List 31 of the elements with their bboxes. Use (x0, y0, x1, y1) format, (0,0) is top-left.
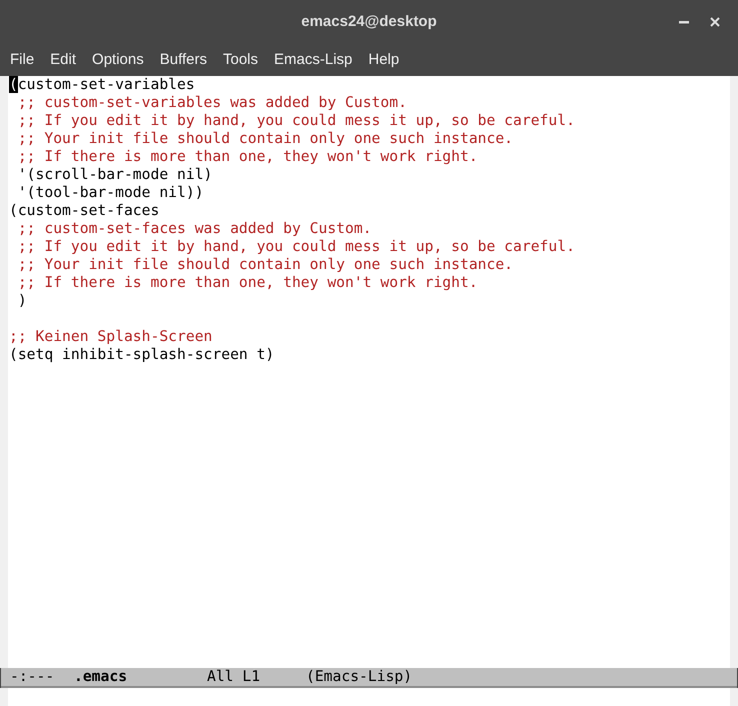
menu-item[interactable]: Tools (214, 50, 266, 70)
close-icon (710, 17, 720, 27)
code-comment: ;; If there is more than one, they won't work right. (16, 148, 478, 165)
text-buffer[interactable] (8, 76, 730, 668)
code-line: (custom-set-faces (9, 202, 160, 219)
code-line: '(scroll-bar-mode nil) (16, 166, 212, 183)
buffer-name: .emacs (74, 668, 128, 685)
menu-item[interactable]: Edit (42, 50, 84, 70)
code-comment: ;; Your init file should contain only one such instance. (16, 130, 514, 147)
buffer-position: All L1 (207, 668, 260, 685)
code-line: '(tool-bar-mode nil)) (16, 184, 204, 201)
code-comment: ;; Your init file should contain only one such instance. (16, 256, 514, 273)
menu-item[interactable]: File (2, 50, 42, 70)
code-comment: ;; If you edit it by hand, you could mess it up, so be careful. (16, 238, 575, 255)
code-comment: ;; custom-set-faces was added by Custom. (16, 220, 372, 237)
menu-item[interactable]: Help (360, 50, 408, 70)
major-mode: (Emacs-Lisp) (306, 668, 412, 685)
file-status: -:--- (10, 668, 54, 685)
window-title: emacs24@desktop (301, 12, 437, 32)
code-line: (setq inhibit-splash-screen t) (9, 346, 274, 363)
code-comment: ;; custom-set-variables was added by Custom. (16, 94, 407, 111)
code-line: (custom-set-variables (9, 76, 195, 93)
menu-item[interactable]: Options (84, 50, 152, 70)
code-comment: ;; If you edit it by hand, you could mess it up, so be careful. (16, 112, 575, 129)
menu-item[interactable]: Buffers (152, 50, 215, 70)
minimize-icon (679, 20, 689, 24)
code-comment: ;; Keinen Splash-Screen (9, 328, 212, 345)
code-line: ) (16, 292, 27, 309)
menu-item[interactable]: Emacs-Lisp (266, 50, 360, 70)
code-comment: ;; If there is more than one, they won't work right. (16, 274, 478, 291)
text-cursor: ( (9, 76, 18, 93)
